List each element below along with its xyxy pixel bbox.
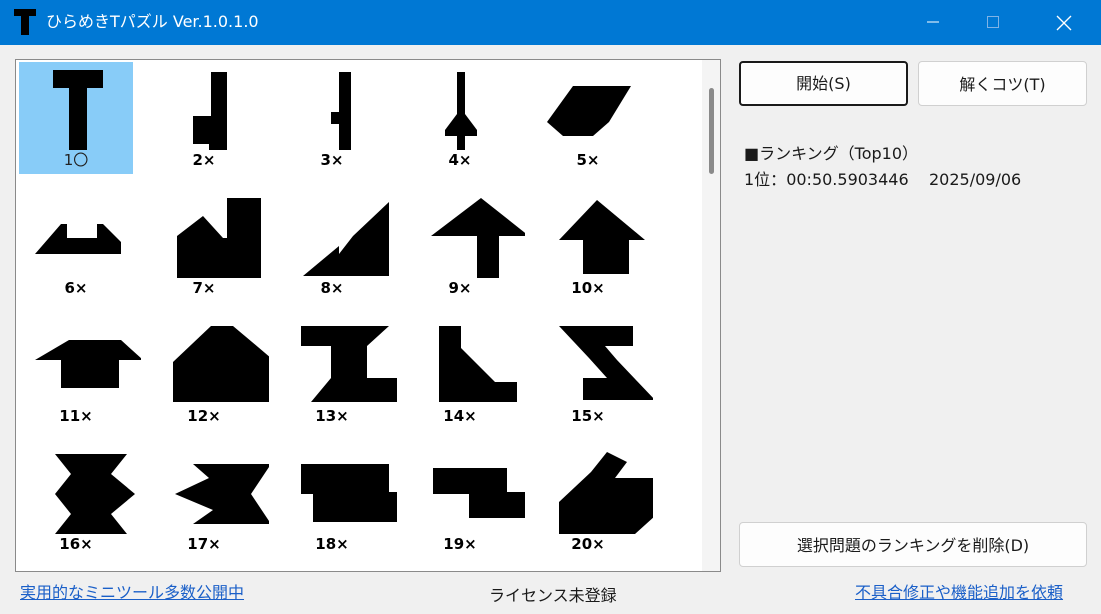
puzzle-cell[interactable]: 4× bbox=[403, 62, 517, 174]
puzzle-shape bbox=[177, 198, 261, 278]
puzzle-cell[interactable]: 18× bbox=[275, 446, 397, 558]
puzzle-shape bbox=[559, 326, 653, 400]
puzzle-cell[interactable]: 14× bbox=[403, 318, 517, 430]
maximize-button[interactable] bbox=[970, 0, 1016, 45]
puzzle-label: 14× bbox=[443, 407, 477, 425]
puzzle-shape bbox=[173, 326, 269, 402]
close-button[interactable] bbox=[1040, 0, 1086, 45]
ranking-time: 00:50.5903446 bbox=[786, 170, 909, 189]
puzzle-cell[interactable]: 9× bbox=[403, 190, 525, 302]
puzzle-label: 3× bbox=[320, 151, 344, 169]
puzzle-shape bbox=[193, 72, 227, 150]
puzzle-cell[interactable]: 7× bbox=[147, 190, 261, 302]
tips-button[interactable]: 解くコツ(T) bbox=[918, 61, 1087, 106]
puzzle-label: 1〇 bbox=[63, 151, 89, 169]
puzzle-shape bbox=[301, 464, 397, 522]
minimize-icon bbox=[927, 21, 939, 23]
puzzle-cell[interactable]: 3× bbox=[275, 62, 389, 174]
puzzle-label: 8× bbox=[320, 279, 344, 297]
puzzle-label: 11× bbox=[59, 407, 93, 425]
tools-link[interactable]: 実用的なミニツール多数公開中 bbox=[20, 579, 244, 603]
puzzle-grid[interactable]: 1〇 2× 3× 4× 5× 6× 7× 8× 9× 10× 11× 12× 1… bbox=[15, 59, 721, 572]
puzzle-shape bbox=[331, 72, 351, 150]
puzzle-label: 10× bbox=[571, 279, 605, 297]
vertical-scrollbar[interactable] bbox=[702, 60, 720, 571]
window-title: ひらめきTパズル Ver.1.0.1.0 bbox=[46, 12, 259, 31]
puzzle-label: 17× bbox=[187, 535, 221, 553]
puzzle-shape bbox=[431, 198, 525, 278]
puzzle-shape bbox=[559, 200, 645, 274]
puzzle-cell[interactable]: 5× bbox=[531, 62, 645, 174]
ranking-title: ■ランキング（Top10） bbox=[744, 144, 918, 163]
minimize-button[interactable] bbox=[910, 0, 956, 45]
puzzle-cell[interactable]: 16× bbox=[19, 446, 135, 558]
delete-ranking-button[interactable]: 選択問題のランキングを削除(D) bbox=[739, 522, 1087, 567]
puzzle-shape-t bbox=[53, 70, 103, 150]
license-status: ライセンス未登録 bbox=[489, 586, 617, 605]
puzzle-label: 12× bbox=[187, 407, 221, 425]
puzzle-label: 15× bbox=[571, 407, 605, 425]
title-bar: ひらめきTパズル Ver.1.0.1.0 bbox=[0, 0, 1101, 45]
puzzle-label: 6× bbox=[64, 279, 88, 297]
puzzle-shape bbox=[303, 202, 389, 276]
request-link[interactable]: 不具合修正や機能追加を依頼 bbox=[855, 579, 1063, 603]
puzzle-shape bbox=[433, 468, 525, 518]
puzzle-shape bbox=[445, 72, 477, 150]
puzzle-shape bbox=[547, 86, 631, 136]
puzzle-shape bbox=[35, 224, 121, 254]
puzzle-cell[interactable]: 20× bbox=[531, 446, 653, 558]
puzzle-cell[interactable]: 19× bbox=[403, 446, 525, 558]
puzzle-cell[interactable]: 2× bbox=[147, 62, 261, 174]
puzzle-label: 2× bbox=[192, 151, 216, 169]
puzzle-cell[interactable]: 13× bbox=[275, 318, 397, 430]
maximize-icon bbox=[987, 16, 999, 28]
scrollbar-thumb[interactable] bbox=[709, 88, 714, 174]
puzzle-label: 13× bbox=[315, 407, 349, 425]
puzzle-label: 18× bbox=[315, 535, 349, 553]
puzzle-shape bbox=[301, 326, 397, 402]
puzzle-cell[interactable]: 1〇 bbox=[19, 62, 133, 174]
puzzle-cell[interactable]: 15× bbox=[531, 318, 653, 430]
puzzle-shape bbox=[175, 464, 269, 524]
puzzle-label: 5× bbox=[576, 151, 600, 169]
puzzle-cell[interactable]: 17× bbox=[147, 446, 269, 558]
puzzle-shape bbox=[439, 326, 517, 402]
puzzle-cell[interactable]: 12× bbox=[147, 318, 269, 430]
ranking-rank: 1位： bbox=[744, 170, 787, 189]
puzzle-label: 19× bbox=[443, 535, 477, 553]
puzzle-shape bbox=[35, 340, 141, 388]
puzzle-label: 9× bbox=[448, 279, 472, 297]
puzzle-shape bbox=[559, 452, 653, 534]
close-icon bbox=[1056, 15, 1072, 31]
puzzle-label: 4× bbox=[448, 151, 472, 169]
puzzle-shape bbox=[55, 454, 135, 534]
puzzle-label: 20× bbox=[571, 535, 605, 553]
app-t-icon bbox=[14, 9, 36, 35]
puzzle-label: 7× bbox=[192, 279, 216, 297]
start-button[interactable]: 開始(S) bbox=[739, 61, 908, 106]
ranking-date: 2025/09/06 bbox=[928, 170, 1022, 189]
puzzle-cell[interactable]: 11× bbox=[19, 318, 141, 430]
puzzle-cell[interactable]: 8× bbox=[275, 190, 389, 302]
ranking-row: 1位：00:50.5903446 2025/09/06 bbox=[744, 166, 1021, 190]
puzzle-label: 16× bbox=[59, 535, 93, 553]
puzzle-cell[interactable]: 6× bbox=[19, 190, 133, 302]
puzzle-cell[interactable]: 10× bbox=[531, 190, 645, 302]
